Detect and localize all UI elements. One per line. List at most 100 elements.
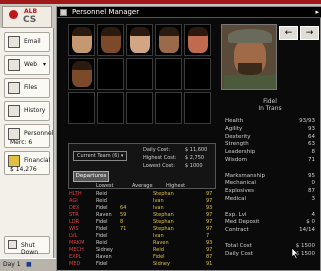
shutdown-button[interactable]: Shut Down	[4, 236, 50, 256]
table-cell: Fidel	[96, 205, 108, 211]
balance: $ 14,276	[10, 166, 37, 173]
stat-name: Exp. Lvl	[225, 211, 247, 218]
table-cell: 7	[206, 233, 210, 239]
table-cell: Sidney	[153, 261, 170, 267]
portrait-slot-1[interactable]	[68, 24, 95, 56]
table-header: Lowest Average Highest	[68, 183, 219, 190]
stat-name: Mechanical	[225, 180, 256, 187]
selected-merc-portrait	[221, 24, 277, 90]
daily-cost-label: Daily Cost:	[143, 147, 171, 153]
sidebar-item-email[interactable]: Email	[4, 32, 50, 52]
stat-value: 14/14	[299, 227, 315, 234]
logo: ALB CS	[2, 6, 52, 28]
portrait-slot-empty[interactable]	[97, 92, 124, 124]
table-cell: MRKM	[69, 240, 85, 246]
merc-count: Merc: 6	[10, 139, 33, 146]
table-cell: LDR	[69, 219, 80, 225]
prev-merc-button[interactable]: ←	[279, 26, 298, 40]
stat-name: Daily Cost	[225, 250, 253, 257]
stat-row: Agility 93	[221, 126, 319, 134]
merc-portrait	[159, 27, 179, 53]
sidebar-item-financial[interactable]: Financial $ 14,276	[4, 151, 50, 175]
stat-value: 95	[308, 172, 315, 179]
highest-cost-value: $ 2,750	[185, 155, 205, 161]
portrait-slot-5[interactable]	[184, 24, 211, 56]
portrait-slot-2[interactable]	[97, 24, 124, 56]
portrait-slot-empty[interactable]	[126, 58, 153, 90]
portrait-beret	[228, 29, 272, 43]
table-cell: Stephan	[153, 191, 174, 197]
team-dropdown[interactable]: Current Team (6) ▾	[73, 151, 128, 161]
sidebar-item-history[interactable]: History	[4, 101, 50, 121]
table-cell: 97	[206, 198, 213, 204]
team-label: Current Team (6)	[77, 153, 120, 159]
email-icon	[8, 36, 20, 48]
table-row: AGI Reid Ivan 97	[68, 198, 219, 205]
sidebar-item-label: Email	[24, 38, 41, 45]
stat-value: 93/93	[299, 118, 315, 124]
portrait-slot-empty[interactable]	[155, 92, 182, 124]
stat-name: Wisdom	[225, 157, 247, 163]
sidebar-item-files[interactable]: Files	[4, 78, 50, 98]
table-row: EXPL Raven Fidel 87	[68, 254, 219, 261]
team-skills-table: Lowest Average Highest HLTH Reid Stephan 97…	[68, 183, 219, 269]
sidebar-item-label: Files	[24, 84, 38, 91]
table-row: WIS Fidel 71 Stephan 97	[68, 226, 219, 233]
sidebar-item-personnel[interactable]: Personnel Merc: 6	[4, 124, 54, 148]
sidebar-item-web[interactable]: Web ▾	[4, 55, 50, 75]
table-cell: STR	[69, 212, 79, 218]
portrait-slot-empty[interactable]	[184, 58, 211, 90]
stat-name: Explosives	[225, 188, 255, 195]
sidebar-item-label: Financial	[24, 157, 51, 164]
table-cell: 97	[206, 226, 213, 232]
stat-value: 0	[311, 180, 316, 187]
stat-value: 8	[311, 149, 316, 156]
portrait-slot-empty[interactable]	[184, 92, 211, 124]
stat-row: Health 93/93	[221, 118, 319, 126]
table-cell: 59	[120, 212, 127, 218]
table-cell: Reid	[96, 198, 107, 204]
merc-portrait	[72, 27, 92, 53]
merc-navigation: ← →	[279, 26, 319, 40]
portrait-slot-empty[interactable]	[126, 92, 153, 124]
portrait-slot-empty[interactable]	[155, 58, 182, 90]
table-cell: Ivan	[153, 205, 164, 211]
merc-portrait-grid	[68, 24, 214, 140]
top-border	[0, 0, 321, 4]
sidebar-item-label: Personnel	[24, 130, 54, 137]
table-cell: Reid	[96, 240, 107, 246]
portrait-slot-3[interactable]	[126, 24, 153, 56]
stat-name: Leadership	[225, 149, 256, 156]
stat-row: Mechanical 0	[221, 180, 319, 188]
portrait-slot-empty[interactable]	[97, 58, 124, 90]
table-cell: 97	[206, 247, 213, 253]
table-cell: MED	[69, 261, 81, 267]
window-close-button[interactable]	[60, 9, 67, 16]
portrait-slot-4[interactable]	[155, 24, 182, 56]
stat-row	[221, 235, 319, 243]
lowest-cost-value: $ 1000	[185, 163, 203, 169]
stat-value: 71	[308, 157, 315, 163]
portrait-slot-empty[interactable]	[68, 92, 95, 124]
table-cell: Stephan	[153, 226, 174, 232]
table-cell: Fidel	[96, 226, 108, 232]
table-cell: 64	[120, 205, 127, 211]
day-label: Day 1	[3, 261, 21, 268]
history-icon	[8, 105, 20, 117]
stat-row: Explosives 87	[221, 188, 319, 196]
stat-row: Contract 14/14	[221, 227, 319, 235]
table-cell: 97	[206, 191, 213, 197]
table-cell: 8	[120, 219, 124, 225]
table-cell: 97	[206, 212, 213, 218]
stat-name: Med Deposit	[225, 219, 260, 226]
table-cell: DEX	[69, 205, 80, 211]
table-cell: AGI	[69, 198, 78, 204]
table-cell: LVL	[69, 233, 78, 239]
portrait-body	[224, 75, 276, 89]
departures-button[interactable]: Departures	[73, 171, 109, 182]
table-cell: Reid	[96, 191, 107, 197]
table-row: HLTH Reid Stephan 97	[68, 191, 219, 198]
next-merc-button[interactable]: →	[300, 26, 319, 40]
table-cell: 93	[206, 240, 213, 246]
portrait-slot-6[interactable]	[68, 58, 95, 90]
